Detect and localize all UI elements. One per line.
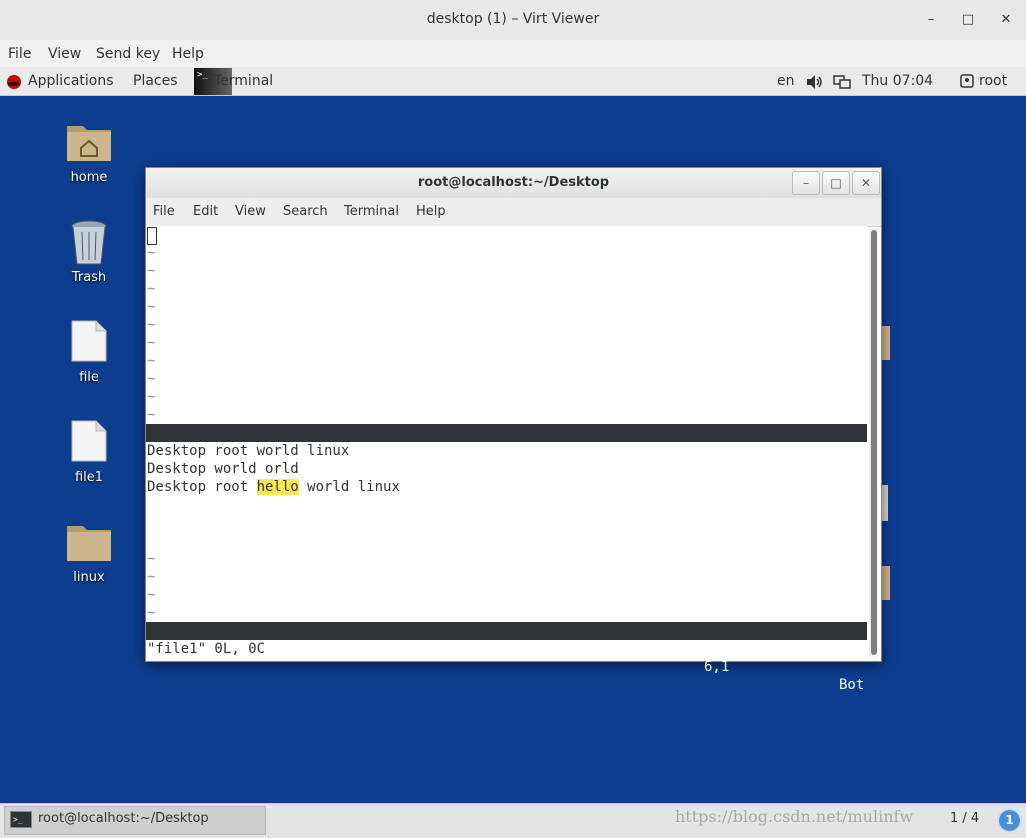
empty-line-marker: ~ — [147, 569, 156, 585]
vim-message-line: "file1" 0L, 0C — [147, 641, 266, 657]
viewer-menu-send-key[interactable]: Send key — [96, 46, 160, 62]
empty-line-marker: ~ — [147, 263, 156, 279]
network-icon[interactable] — [833, 74, 851, 90]
redhat-logo-icon — [7, 75, 21, 89]
desktop-icon-home-label[interactable]: home — [39, 170, 139, 185]
user-menu[interactable]: root — [979, 73, 1007, 89]
desktop-icon-trash-label[interactable]: Trash — [39, 270, 139, 285]
viewer-title: desktop (1) – Virt Viewer — [426, 11, 600, 27]
terminal-menu-search[interactable]: Search — [283, 204, 328, 219]
vim-editor[interactable]: ~ ~ ~ ~ ~ ~ ~ ~ ~ ~ file1 0,0-1 All Desk… — [146, 226, 867, 693]
input-language[interactable]: en — [777, 73, 795, 89]
desktop-icon-file1-label[interactable]: file1 — [39, 470, 139, 485]
vim-status-bar-top: file1 0,0-1 All — [146, 424, 867, 495]
empty-line-marker: ~ — [147, 371, 156, 387]
scrollbar-thumb[interactable] — [871, 230, 877, 655]
status-position: 6,1 — [704, 659, 730, 675]
workspace-indicator[interactable]: 1 / 4 — [950, 811, 979, 826]
search-highlight: hello — [256, 479, 299, 495]
trash-icon[interactable] — [70, 220, 108, 266]
empty-line-marker: ~ — [147, 245, 156, 261]
viewer-close-button[interactable]: ✕ — [994, 8, 1018, 32]
terminal-title: root@localhost:~/Desktop — [417, 175, 610, 190]
empty-line-marker: ~ — [147, 281, 156, 297]
status-scroll: All — [839, 479, 865, 495]
empty-line-marker: ~ — [147, 317, 156, 333]
terminal-minimize-button[interactable]: – — [792, 171, 820, 195]
empty-line-marker: ~ — [147, 335, 156, 351]
viewer-menu-view[interactable]: View — [48, 46, 81, 62]
text-line: Desktop world orld — [147, 461, 299, 477]
terminal-menu-help[interactable]: Help — [416, 204, 446, 219]
text-line: Desktop root world linux — [147, 443, 350, 459]
empty-line-marker: ~ — [147, 389, 156, 405]
terminal-menu-file[interactable]: File — [153, 204, 175, 219]
empty-line-marker: ~ — [147, 299, 156, 315]
viewer-minimize-button[interactable]: – — [919, 8, 943, 32]
text-segment: world linux — [298, 479, 400, 495]
user-icon — [960, 74, 974, 88]
terminal-close-button[interactable]: ✕ — [852, 171, 880, 195]
terminal-menu-edit[interactable]: Edit — [193, 204, 218, 219]
empty-line-marker: ~ — [147, 407, 156, 423]
viewer-menu-file[interactable]: File — [8, 46, 31, 62]
vim-cursor — [147, 227, 157, 245]
vim-status-bar-bottom: file [+] 6,1 Bot — [146, 622, 867, 693]
terminal-window: root@localhost:~/Desktop – □ ✕ File Edit… — [145, 167, 882, 693]
desktop-icon-linux-label[interactable]: linux — [39, 570, 139, 585]
places-menu[interactable]: Places — [133, 73, 178, 89]
taskbar-window-label[interactable]: root@localhost:~/Desktop — [38, 811, 209, 826]
terminal-maximize-button[interactable]: □ — [822, 171, 850, 195]
text-line: Desktop root hello world linux — [147, 478, 400, 496]
status-scroll: Bot — [839, 677, 865, 693]
applications-menu[interactable]: Applications — [28, 73, 114, 89]
text-segment: Desktop root — [147, 479, 257, 495]
terminal-menu-terminal[interactable]: Terminal — [344, 204, 399, 219]
empty-line-marker: ~ — [147, 587, 156, 603]
watermark-text: https://blog.csdn.net/mulinfw — [675, 807, 914, 826]
desktop-icon-file-label[interactable]: file — [39, 370, 139, 385]
svg-text:>_: >_ — [13, 815, 23, 824]
empty-line-marker: ~ — [147, 551, 156, 567]
viewer-maximize-button[interactable]: □ — [956, 8, 980, 32]
terminal-small-icon: >_ — [10, 811, 32, 828]
linux-folder-icon[interactable] — [66, 520, 112, 562]
file-document-icon[interactable] — [71, 320, 107, 362]
file1-document-icon[interactable] — [71, 420, 107, 462]
terminal-app-menu[interactable]: Terminal — [214, 73, 273, 89]
volume-icon[interactable] — [805, 74, 823, 90]
empty-line-marker: ~ — [147, 605, 156, 621]
home-folder-icon[interactable] — [66, 120, 112, 162]
viewer-menu-help[interactable]: Help — [172, 46, 204, 62]
status-position: 0,0-1 — [704, 461, 747, 477]
empty-line-marker: ~ — [147, 353, 156, 369]
clock[interactable]: Thu 07:04 — [862, 73, 933, 89]
terminal-menu-view[interactable]: View — [235, 204, 266, 219]
notification-badge[interactable]: 1 — [997, 808, 1022, 833]
